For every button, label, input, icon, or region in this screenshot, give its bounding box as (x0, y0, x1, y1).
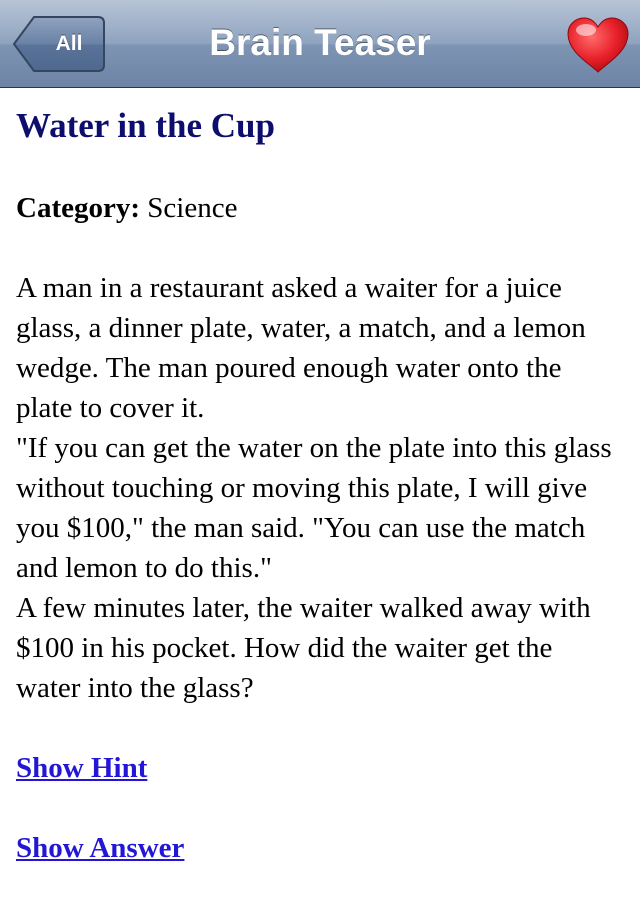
favorite-button[interactable] (564, 16, 632, 76)
show-answer-link[interactable]: Show Answer (16, 828, 620, 868)
teaser-title: Water in the Cup (16, 106, 275, 145)
category-line: Category: Science (16, 188, 620, 228)
page-title: Brain Teaser (209, 22, 431, 63)
navigation-bar: All Brain Teaser (0, 0, 640, 88)
back-button-label: All (55, 32, 83, 55)
teaser-content: Water in the Cup Category: Science A man… (16, 104, 620, 868)
back-button[interactable]: All (12, 15, 106, 73)
heart-icon (567, 17, 629, 73)
category-label: Category: (16, 192, 141, 224)
show-hint-link[interactable]: Show Hint (16, 748, 620, 788)
category-value: Science (147, 192, 238, 224)
teaser-text: A man in a restaurant asked a waiter for… (16, 272, 612, 704)
